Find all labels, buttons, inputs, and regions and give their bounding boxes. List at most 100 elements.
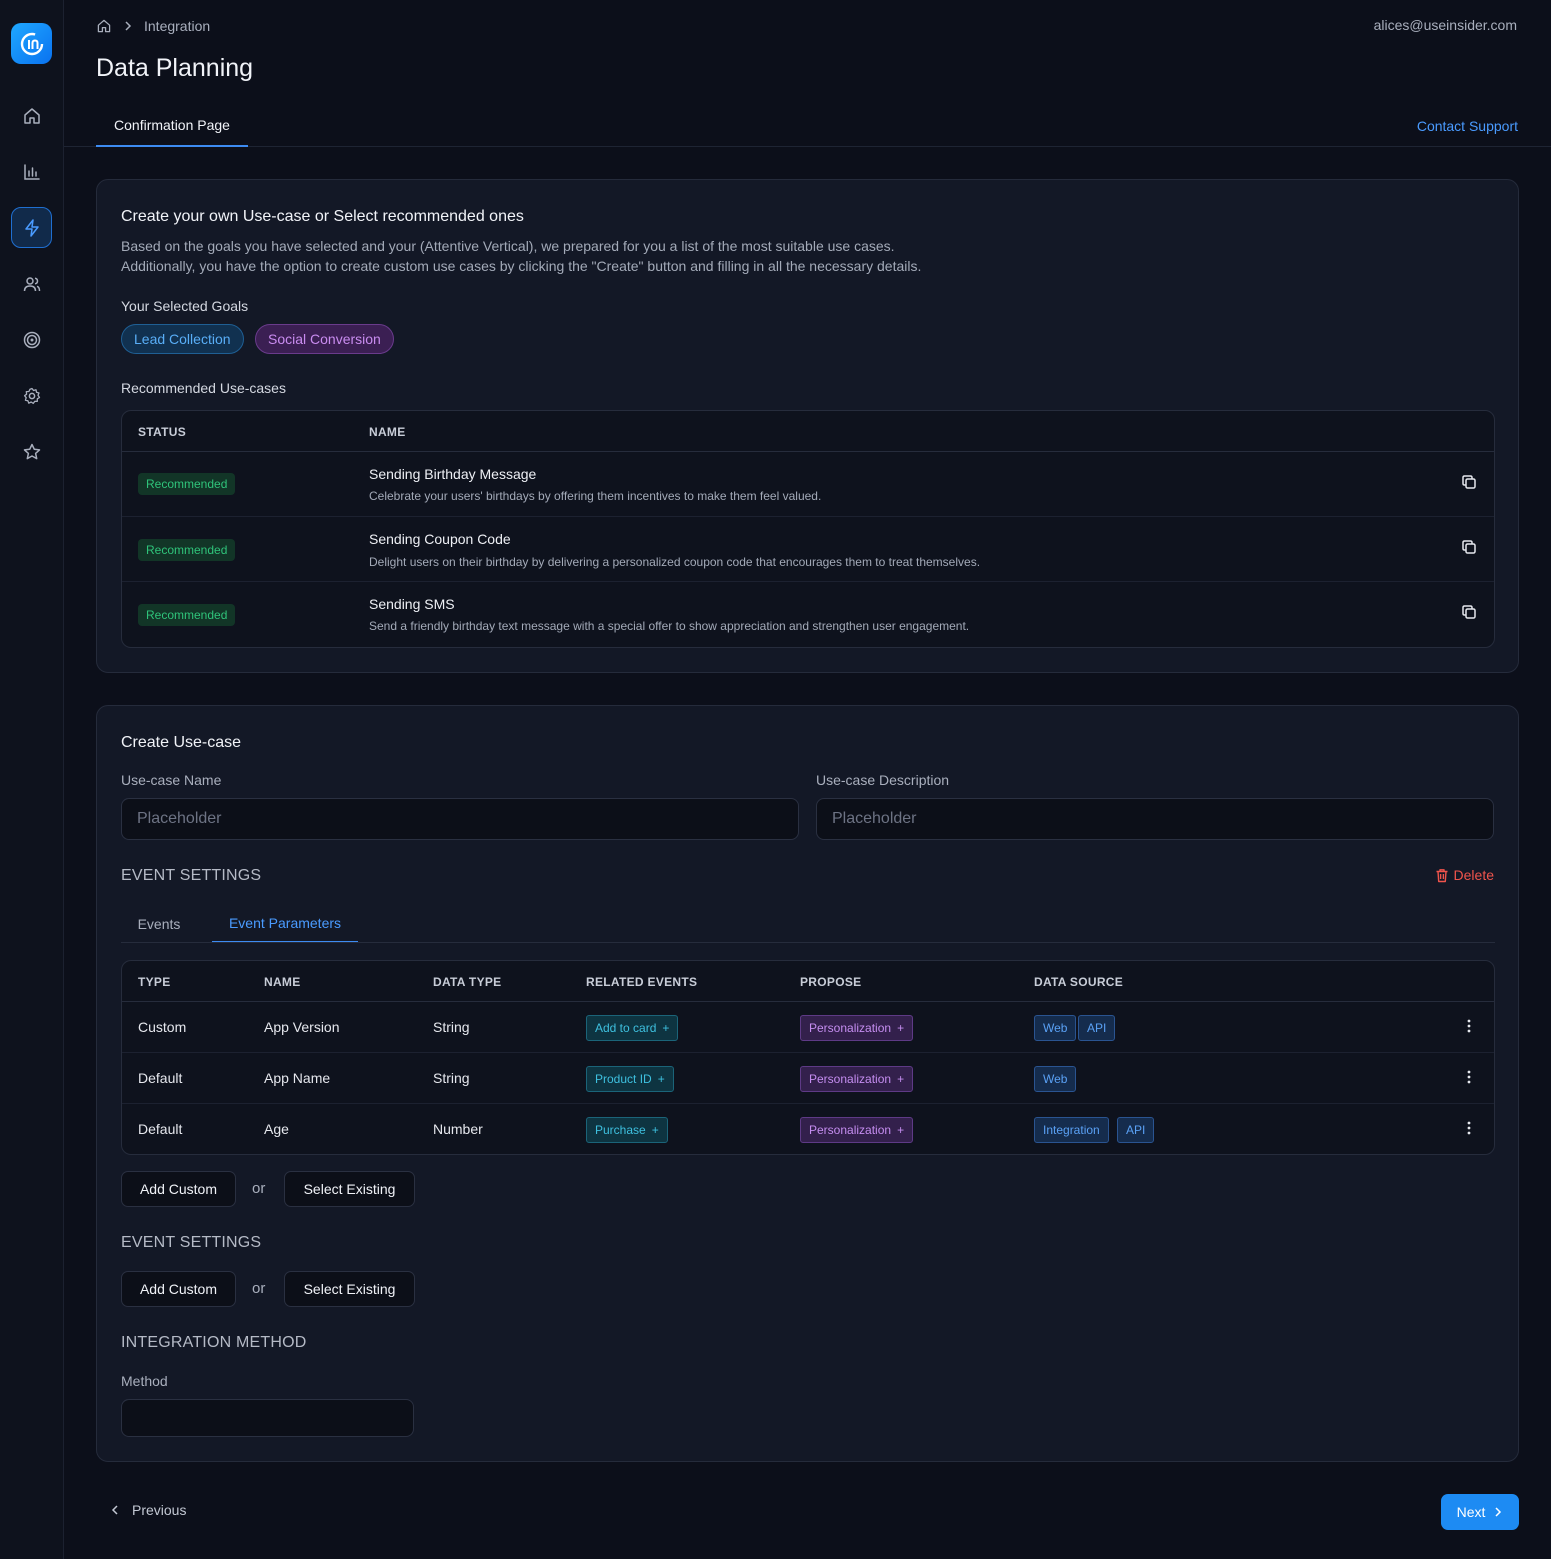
delete-button[interactable]: Delete: [1435, 867, 1494, 883]
data-source-tag[interactable]: Integration: [1034, 1117, 1109, 1143]
delete-label: Delete: [1453, 867, 1494, 883]
next-label: Next: [1456, 1504, 1486, 1520]
nav-goals[interactable]: [11, 319, 52, 360]
usecase-name-input[interactable]: [121, 798, 799, 840]
contact-support-link[interactable]: Contact Support: [1417, 118, 1518, 134]
trash-icon: [1436, 868, 1448, 882]
status-badge: Recommended: [138, 473, 236, 495]
usecase-description-input[interactable]: [816, 798, 1494, 840]
data-source-tag[interactable]: Web: [1034, 1066, 1077, 1092]
integration-method-title: INTEGRATION METHOD: [121, 1334, 307, 1351]
method-input[interactable]: [121, 1399, 414, 1437]
chart-icon: [23, 163, 40, 180]
usecase-name-label: Use-case Name: [121, 772, 222, 788]
star-icon: [23, 443, 40, 459]
nav-analytics[interactable]: [11, 151, 52, 192]
event-settings-title-2: EVENT SETTINGS: [121, 1234, 262, 1251]
related-event-label: Purchase: [595, 1123, 646, 1137]
copy-icon[interactable]: [1460, 538, 1478, 556]
table-row[interactable]: Recommended Sending Birthday Message Cel…: [122, 452, 1494, 517]
data-source-tag[interactable]: API: [1078, 1015, 1116, 1041]
or-text: or: [252, 1280, 266, 1297]
plus-icon: +: [897, 1072, 905, 1086]
nav-favorites[interactable]: [11, 431, 52, 472]
nav-integration[interactable]: [11, 207, 52, 248]
param-type: Custom: [138, 1019, 187, 1035]
add-custom-event-button[interactable]: Add Custom: [121, 1271, 236, 1307]
tab-events[interactable]: Events: [121, 904, 197, 943]
previous-label: Previous: [132, 1502, 187, 1518]
nav-home[interactable]: [11, 95, 52, 136]
more-options-icon[interactable]: [1464, 1069, 1474, 1087]
related-event-label: Product ID: [595, 1072, 652, 1086]
create-title: Create Use-case: [121, 734, 242, 751]
recommend-description-1: Based on the goals you have selected and…: [121, 238, 895, 254]
page-title: Data Planning: [96, 54, 254, 82]
related-event-tag[interactable]: Product ID +: [586, 1066, 674, 1092]
column-header-related-events: RELATED EVENTS: [586, 975, 698, 989]
table-row[interactable]: Default Age Number Purchase + Personaliza…: [122, 1104, 1494, 1154]
plus-icon: +: [651, 1123, 659, 1137]
previous-button[interactable]: Previous: [110, 1502, 186, 1518]
column-header-data-source: DATA SOURCE: [1034, 975, 1124, 989]
tab-confirmation-page[interactable]: Confirmation Page: [96, 106, 248, 147]
table-row[interactable]: Default App Name String Product ID + Pers…: [122, 1053, 1494, 1104]
column-header-name: NAME: [369, 425, 406, 439]
param-data-type: Number: [433, 1121, 483, 1137]
usecase-name: Sending Birthday Message: [369, 466, 537, 482]
insider-logo[interactable]: [11, 23, 52, 64]
goal-chip-social-conversion[interactable]: Social Conversion: [255, 324, 394, 354]
more-options-icon[interactable]: [1464, 1120, 1474, 1138]
nav-settings[interactable]: [11, 375, 52, 416]
target-icon: [23, 331, 40, 348]
sidebar: [0, 0, 64, 1559]
tab-event-parameters[interactable]: Event Parameters: [212, 904, 358, 943]
propose-tag[interactable]: Personalization +: [800, 1066, 914, 1092]
usecase-name: Sending SMS: [369, 596, 455, 612]
usecase-description: Delight users on their birthday by deliv…: [369, 555, 981, 569]
param-data-type: String: [433, 1070, 470, 1086]
copy-icon[interactable]: [1460, 473, 1478, 491]
nav-users[interactable]: [11, 263, 52, 304]
users-icon: [23, 276, 40, 291]
data-source-tag[interactable]: Web: [1034, 1015, 1077, 1041]
param-data-type: String: [433, 1019, 470, 1035]
copy-icon[interactable]: [1460, 603, 1478, 621]
related-event-tag[interactable]: Add to card +: [586, 1015, 679, 1041]
column-header-data-type: DATA TYPE: [433, 975, 502, 989]
select-existing-event-button[interactable]: Select Existing: [284, 1271, 415, 1307]
table-row[interactable]: Custom App Version String Add to card + P…: [122, 1002, 1494, 1053]
status-badge: Recommended: [138, 539, 236, 561]
select-existing-parameter-button[interactable]: Select Existing: [284, 1171, 415, 1207]
breadcrumb-current: Integration: [144, 18, 211, 34]
home-icon: [23, 107, 40, 124]
recommend-description-2: Additionally, you have the option to cre…: [121, 258, 922, 274]
next-button[interactable]: Next: [1441, 1494, 1519, 1530]
related-event-tag[interactable]: Purchase +: [586, 1117, 668, 1143]
param-name: App Version: [264, 1019, 340, 1035]
table-row[interactable]: Recommended Sending SMS Send a friendly …: [122, 582, 1494, 647]
or-text: or: [252, 1180, 266, 1197]
column-header-propose: PROPOSE: [800, 975, 862, 989]
more-options-icon[interactable]: [1464, 1018, 1474, 1036]
propose-tag[interactable]: Personalization +: [800, 1015, 914, 1041]
param-name: App Name: [264, 1070, 331, 1086]
plus-icon: +: [662, 1021, 670, 1035]
home-icon[interactable]: [96, 18, 112, 34]
user-email[interactable]: alices@useinsider.com: [1374, 17, 1517, 33]
column-header-type: TYPE: [138, 975, 171, 989]
table-row[interactable]: Recommended Sending Coupon Code Delight …: [122, 517, 1494, 582]
propose-tag[interactable]: Personalization +: [800, 1117, 914, 1143]
lightning-icon: [24, 218, 39, 237]
status-badge: Recommended: [138, 604, 236, 626]
goal-chip-lead-collection[interactable]: Lead Collection: [121, 324, 244, 354]
method-label: Method: [121, 1373, 168, 1389]
add-custom-parameter-button[interactable]: Add Custom: [121, 1171, 236, 1207]
chevron-right-icon: [125, 21, 132, 31]
propose-label: Personalization: [809, 1123, 892, 1137]
table-header: STATUS NAME: [122, 411, 1494, 452]
chevron-left-icon: [111, 1505, 118, 1515]
data-source-tag[interactable]: API: [1117, 1117, 1155, 1143]
param-type: Default: [138, 1121, 183, 1137]
plus-icon: +: [897, 1123, 905, 1137]
